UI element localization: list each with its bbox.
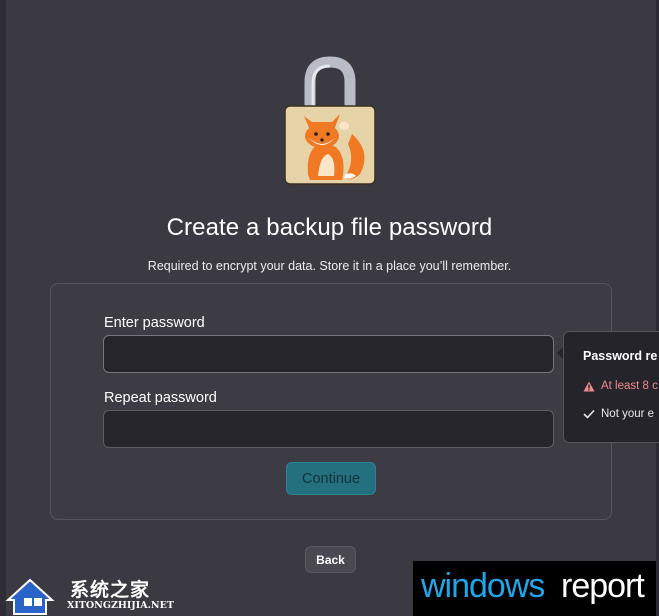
windowsreport-watermark: windows report bbox=[413, 561, 656, 616]
watermark-report-text: report bbox=[561, 567, 645, 605]
back-button[interactable]: Back bbox=[305, 546, 356, 573]
continue-button[interactable]: Continue bbox=[286, 462, 376, 495]
watermark-windows-text: windows bbox=[421, 567, 545, 605]
requirement-row-email: Not your e bbox=[583, 408, 654, 420]
page-title: Create a backup file password bbox=[166, 214, 493, 241]
requirement-text-email: Not your e bbox=[601, 408, 655, 420]
requirement-row-length: At least 8 c bbox=[583, 380, 658, 392]
repeat-password-field[interactable] bbox=[103, 410, 554, 448]
requirement-text-length: At least 8 c bbox=[601, 380, 658, 392]
warning-icon bbox=[583, 381, 595, 391]
enter-password-label: Enter password bbox=[104, 315, 205, 331]
watermark-en-text: XITONGZHIJIA.NET bbox=[67, 600, 174, 611]
repeat-password-label: Repeat password bbox=[104, 390, 217, 406]
watermark-cn-text: 系统之家 bbox=[70, 580, 151, 601]
checkmark-icon bbox=[583, 409, 595, 419]
window-frame-left bbox=[0, 0, 6, 616]
lock-fox-illustration bbox=[284, 56, 376, 185]
password-requirements-popover: Password re At least 8 c Not your e bbox=[563, 331, 659, 443]
page-subtitle: Required to encrypt your data. Store it … bbox=[147, 259, 512, 273]
enter-password-field[interactable] bbox=[103, 335, 554, 373]
popover-title: Password re bbox=[583, 349, 658, 363]
